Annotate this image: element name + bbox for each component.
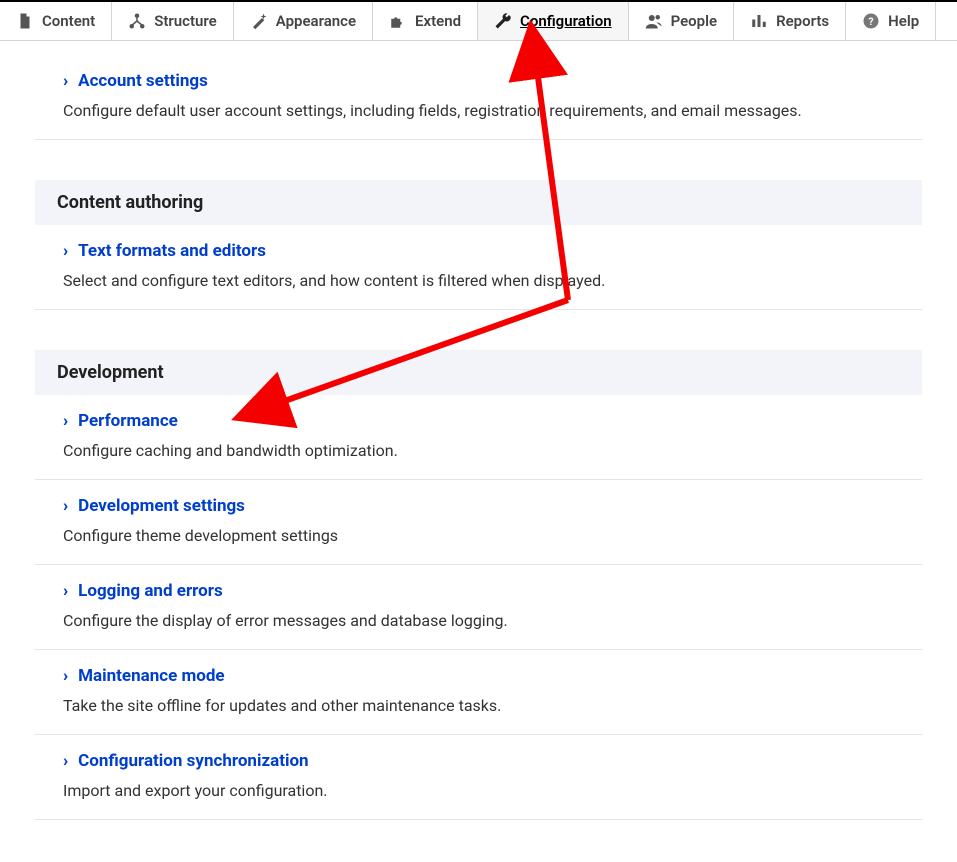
section-content-authoring: Content authoring › Text formats and edi…	[35, 180, 922, 310]
puzzle-icon	[389, 12, 407, 30]
tab-label: Extend	[415, 12, 461, 30]
help-icon: ?	[862, 12, 880, 30]
tab-label: Reports	[776, 12, 829, 30]
file-icon	[16, 12, 34, 30]
chevron-right-icon: ›	[63, 751, 68, 771]
section-header: Development	[35, 350, 922, 395]
section-development: Development › Performance Configure cach…	[35, 350, 922, 820]
item-desc: Select and configure text editors, and h…	[63, 269, 900, 293]
link-performance[interactable]: › Performance	[63, 411, 900, 431]
link-development-settings[interactable]: › Development settings	[63, 496, 900, 516]
link-logging-errors[interactable]: › Logging and errors	[63, 581, 900, 601]
tab-reports[interactable]: Reports	[734, 2, 846, 40]
link-config-sync[interactable]: › Configuration synchronization	[63, 751, 900, 771]
tab-extend[interactable]: Extend	[373, 2, 478, 40]
link-text-formats[interactable]: › Text formats and editors	[63, 241, 900, 261]
item-performance: › Performance Configure caching and band…	[35, 395, 922, 480]
item-title-text: Text formats and editors	[78, 241, 266, 261]
tab-people[interactable]: People	[629, 2, 735, 40]
chart-icon	[750, 12, 768, 30]
item-title-text: Logging and errors	[78, 581, 223, 601]
section-header: Content authoring	[35, 180, 922, 225]
tab-configuration[interactable]: Configuration	[478, 2, 629, 40]
item-text-formats: › Text formats and editors Select and co…	[35, 225, 922, 310]
item-desc: Take the site offline for updates and ot…	[63, 694, 900, 718]
wrench-icon	[494, 12, 512, 30]
tab-structure[interactable]: Structure	[112, 2, 234, 40]
item-logging-errors: › Logging and errors Configure the displ…	[35, 565, 922, 650]
item-title-text: Development settings	[78, 496, 245, 516]
tab-label: Appearance	[276, 12, 356, 30]
svg-text:?: ?	[869, 15, 874, 28]
item-desc: Configure theme development settings	[63, 524, 900, 548]
tab-label: Help	[888, 12, 919, 30]
item-desc: Import and export your configuration.	[63, 779, 900, 803]
item-development-settings: › Development settings Configure theme d…	[35, 480, 922, 565]
link-maintenance-mode[interactable]: › Maintenance mode	[63, 666, 900, 686]
item-maintenance-mode: › Maintenance mode Take the site offline…	[35, 650, 922, 735]
wand-icon	[250, 12, 268, 30]
item-desc: Configure the display of error messages …	[63, 609, 900, 633]
admin-tabs: Content Structure Appearance Extend Conf…	[0, 0, 957, 41]
item-title-text: Account settings	[78, 71, 208, 91]
chevron-right-icon: ›	[63, 666, 68, 686]
tab-appearance[interactable]: Appearance	[234, 2, 373, 40]
section-accounts: › Account settings Configure default use…	[35, 55, 922, 140]
item-config-sync: › Configuration synchronization Import a…	[35, 735, 922, 820]
item-desc: Configure default user account settings,…	[63, 99, 900, 123]
tab-label: Configuration	[520, 12, 612, 30]
tab-label: Structure	[154, 12, 217, 30]
tab-label: Content	[42, 12, 95, 30]
config-content: › Account settings Configure default use…	[0, 55, 957, 860]
item-account-settings: › Account settings Configure default use…	[35, 55, 922, 140]
tab-help[interactable]: ? Help	[846, 2, 936, 40]
item-title-text: Maintenance mode	[78, 666, 224, 686]
chevron-right-icon: ›	[63, 581, 68, 601]
item-desc: Configure caching and bandwidth optimiza…	[63, 439, 900, 463]
chevron-right-icon: ›	[63, 411, 68, 431]
tab-content[interactable]: Content	[0, 2, 112, 40]
link-account-settings[interactable]: › Account settings	[63, 71, 900, 91]
tab-label: People	[671, 12, 718, 30]
structure-icon	[128, 12, 146, 30]
item-title-text: Performance	[78, 411, 178, 431]
chevron-right-icon: ›	[63, 496, 68, 516]
people-icon	[645, 12, 663, 30]
item-title-text: Configuration synchronization	[78, 751, 308, 771]
chevron-right-icon: ›	[63, 71, 68, 91]
chevron-right-icon: ›	[63, 241, 68, 261]
